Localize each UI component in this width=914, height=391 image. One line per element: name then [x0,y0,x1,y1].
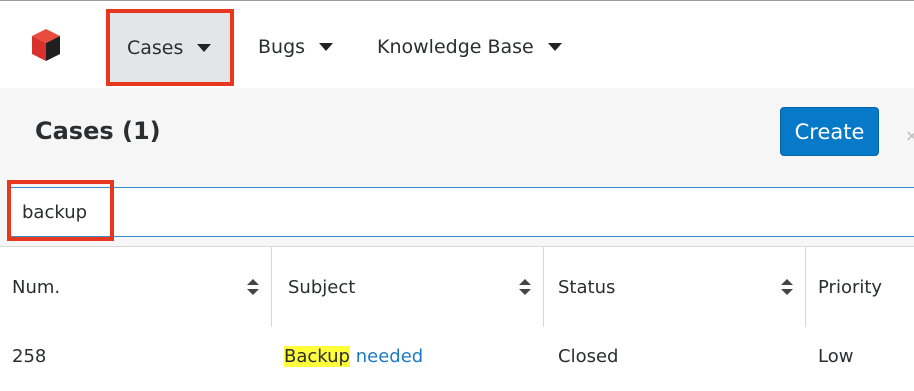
subject-link[interactable]: Backup needed [284,345,424,367]
column-header-label: Subject [288,276,356,298]
search-bar [0,180,914,246]
chevron-down-icon[interactable] [547,43,562,51]
chevron-down-icon[interactable] [319,43,334,51]
column-header-num[interactable]: Num. [0,247,271,327]
column-header-label: Priority [818,276,883,298]
search-input[interactable] [9,187,914,237]
top-navigation: Cases Bugs Knowledge Base [0,0,914,89]
cell-priority: Low [818,345,854,367]
sort-icon[interactable] [247,279,259,295]
column-header-priority[interactable]: Priority [806,247,914,327]
cell-status: Closed [558,345,619,367]
column-header-subject[interactable]: Subject [272,247,543,327]
column-header-label: Num. [12,276,61,298]
nav-item-cases-label: Cases [127,37,184,59]
search-match-highlight: Backup [284,345,350,367]
cell-subject: Backup needed [284,327,423,385]
app-logo-icon[interactable] [30,27,62,63]
page-title: Cases (1) [35,117,161,145]
cell-num: 258 [12,345,47,367]
create-button[interactable]: Create [780,107,879,156]
chevron-down-icon[interactable] [197,44,212,52]
nav-item-knowledge-base-label: Knowledge Base [377,36,534,58]
nav-item-cases[interactable]: Cases [110,13,230,83]
nav-item-bugs[interactable]: Bugs [258,27,334,67]
column-header-status[interactable]: Status [544,247,805,327]
sort-icon[interactable] [781,279,793,295]
list-header: Cases (1) Create × [0,88,914,180]
nav-item-knowledge-base[interactable]: Knowledge Base [377,27,562,67]
table-row: 258 Backup needed Closed Low [0,327,914,391]
subject-link-text: needed [349,345,424,367]
column-header-label: Status [558,276,616,298]
nav-item-bugs-label: Bugs [258,36,306,58]
sort-icon[interactable] [519,279,531,295]
table-header: Num. Subject Status Priority [0,246,914,328]
close-icon[interactable]: × [905,126,914,145]
